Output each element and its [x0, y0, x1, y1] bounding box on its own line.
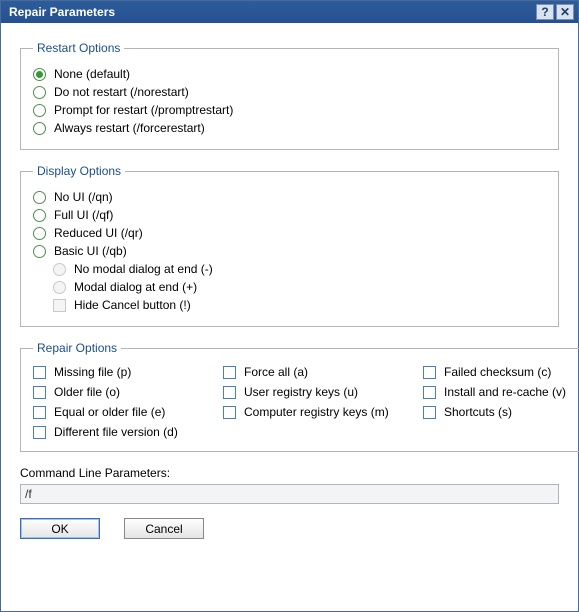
display-modal-label: Modal dialog at end (+) [74, 280, 197, 294]
repair-e-label: Equal or older file (e) [54, 405, 165, 419]
repair-e-checkbox[interactable] [33, 406, 46, 419]
command-line-input[interactable] [20, 484, 559, 504]
repair-p-label: Missing file (p) [54, 365, 131, 379]
repair-u-label: User registry keys (u) [244, 385, 358, 399]
repair-d-checkbox[interactable] [33, 426, 46, 439]
restart-promptrestart-label: Prompt for restart (/promptrestart) [54, 103, 233, 117]
repair-s-checkbox[interactable] [423, 406, 436, 419]
display-qr-label: Reduced UI (/qr) [54, 226, 143, 240]
repair-a-label: Force all (a) [244, 365, 308, 379]
restart-none-radio[interactable] [33, 68, 46, 81]
display-qn-label: No UI (/qn) [54, 190, 113, 204]
cancel-button[interactable]: Cancel [124, 518, 204, 539]
restart-legend: Restart Options [33, 41, 124, 55]
display-hide-cancel-label: Hide Cancel button (!) [74, 298, 191, 312]
restart-options-group: Restart Options None (default) Do not re… [20, 41, 559, 150]
restart-norestart-radio[interactable] [33, 86, 46, 99]
repair-m-checkbox[interactable] [223, 406, 236, 419]
help-button[interactable]: ? [536, 4, 554, 20]
repair-legend: Repair Options [33, 341, 121, 355]
repair-o-checkbox[interactable] [33, 386, 46, 399]
repair-s-label: Shortcuts (s) [444, 405, 512, 419]
close-icon: ✕ [560, 6, 570, 18]
display-qf-label: Full UI (/qf) [54, 208, 113, 222]
repair-c-checkbox[interactable] [423, 366, 436, 379]
display-qn-radio[interactable] [33, 191, 46, 204]
dialog-window: Repair Parameters ? ✕ Restart Options No… [0, 0, 579, 612]
restart-promptrestart-radio[interactable] [33, 104, 46, 117]
repair-d-label: Different file version (d) [54, 425, 178, 439]
display-options-group: Display Options No UI (/qn) Full UI (/qf… [20, 164, 559, 327]
help-icon: ? [541, 6, 548, 18]
dialog-buttons: OK Cancel [20, 518, 559, 539]
display-legend: Display Options [33, 164, 125, 178]
display-no-modal-radio [53, 263, 66, 276]
repair-m-label: Computer registry keys (m) [244, 405, 389, 419]
title-bar: Repair Parameters ? ✕ [1, 1, 578, 23]
repair-a-checkbox[interactable] [223, 366, 236, 379]
command-line-block: Command Line Parameters: [20, 466, 559, 504]
restart-forcerestart-label: Always restart (/forcerestart) [54, 121, 205, 135]
repair-p-checkbox[interactable] [33, 366, 46, 379]
repair-options-group: Repair Options Missing file (p) Force al… [20, 341, 579, 452]
repair-v-checkbox[interactable] [423, 386, 436, 399]
restart-forcerestart-radio[interactable] [33, 122, 46, 135]
window-title: Repair Parameters [9, 5, 534, 19]
display-qf-radio[interactable] [33, 209, 46, 222]
repair-v-label: Install and re-cache (v) [444, 385, 566, 399]
command-line-label: Command Line Parameters: [20, 466, 559, 480]
ok-button[interactable]: OK [20, 518, 100, 539]
display-modal-radio [53, 281, 66, 294]
repair-c-label: Failed checksum (c) [444, 365, 551, 379]
display-qb-label: Basic UI (/qb) [54, 244, 127, 258]
display-hide-cancel-checkbox [53, 299, 66, 312]
display-no-modal-label: No modal dialog at end (-) [74, 262, 213, 276]
restart-norestart-label: Do not restart (/norestart) [54, 85, 189, 99]
display-qr-radio[interactable] [33, 227, 46, 240]
dialog-content: Restart Options None (default) Do not re… [1, 23, 578, 611]
display-qb-radio[interactable] [33, 245, 46, 258]
repair-u-checkbox[interactable] [223, 386, 236, 399]
restart-none-label: None (default) [54, 67, 130, 81]
close-button[interactable]: ✕ [556, 4, 574, 20]
repair-o-label: Older file (o) [54, 385, 120, 399]
